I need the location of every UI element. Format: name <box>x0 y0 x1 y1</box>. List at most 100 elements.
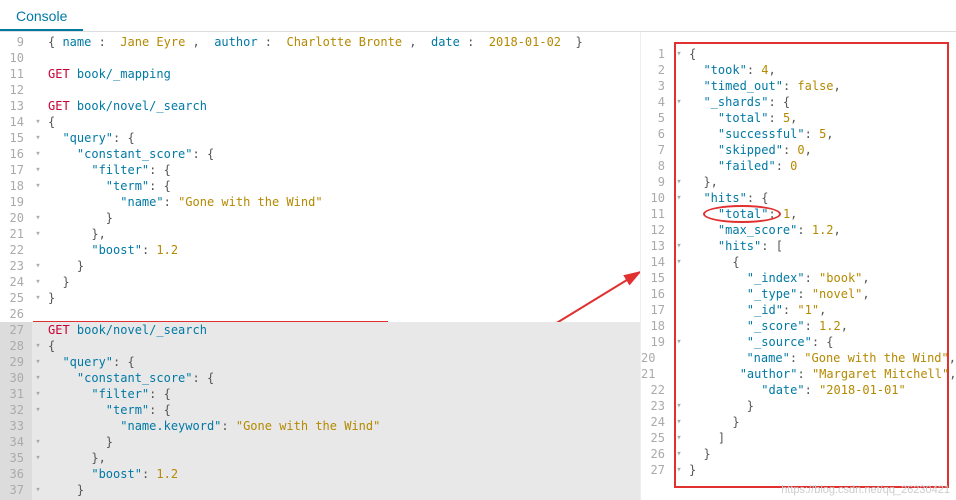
code-line[interactable]: 9{ name : Jane Eyre , author : Charlotte… <box>0 34 640 50</box>
code-line[interactable]: 19 "name": "Gone with the Wind" <box>0 194 640 210</box>
code-line[interactable]: 6 "successful": 5, <box>641 126 956 142</box>
fold-toggle-icon[interactable]: ▾ <box>32 226 44 242</box>
code-line[interactable]: 35▾ }, <box>0 450 640 466</box>
fold-toggle-icon[interactable]: ▾ <box>32 162 44 178</box>
code-content[interactable]: ] <box>685 430 956 446</box>
code-line[interactable]: 23▾ } <box>641 398 956 414</box>
code-line[interactable]: 28▾{ <box>0 338 640 354</box>
fold-toggle-icon[interactable]: ▾ <box>673 430 685 446</box>
code-line[interactable]: 26▾ } <box>641 446 956 462</box>
code-line[interactable]: 23▾ } <box>0 258 640 274</box>
fold-toggle-icon[interactable]: ▾ <box>673 94 685 110</box>
code-line[interactable]: 36 "boost": 1.2 <box>0 466 640 482</box>
code-line[interactable]: 1▾{ <box>641 46 956 62</box>
code-line[interactable]: 12 "max_score": 1.2, <box>641 222 956 238</box>
code-content[interactable]: GET book/novel/_search <box>44 322 640 338</box>
code-line[interactable]: 25▾ ] <box>641 430 956 446</box>
code-content[interactable]: "timed_out": false, <box>685 78 956 94</box>
code-content[interactable]: } <box>44 290 640 306</box>
code-line[interactable]: 5 "total": 5, <box>641 110 956 126</box>
fold-toggle-icon[interactable]: ▾ <box>32 450 44 466</box>
code-line[interactable]: 4▾ "_shards": { <box>641 94 956 110</box>
code-line[interactable]: 21▾ }, <box>0 226 640 242</box>
code-line[interactable]: 37▾ } <box>0 482 640 498</box>
code-line[interactable]: 27GET book/novel/_search <box>0 322 640 338</box>
code-content[interactable]: } <box>44 258 640 274</box>
code-line[interactable]: 11 "total": 1, <box>641 206 956 222</box>
code-content[interactable]: "name": "Gone with the Wind" <box>44 194 640 210</box>
fold-toggle-icon[interactable]: ▾ <box>673 446 685 462</box>
code-content[interactable]: "hits": { <box>685 190 956 206</box>
code-line[interactable]: 25▾} <box>0 290 640 306</box>
code-line[interactable]: 16▾ "constant_score": { <box>0 146 640 162</box>
code-line[interactable]: 16 "_type": "novel", <box>641 286 956 302</box>
code-content[interactable]: } <box>685 414 956 430</box>
code-content[interactable]: } <box>685 398 956 414</box>
code-content[interactable]: { <box>44 338 640 354</box>
code-content[interactable]: "query": { <box>44 354 640 370</box>
fold-toggle-icon[interactable]: ▾ <box>673 462 685 478</box>
code-content[interactable]: "boost": 1.2 <box>44 466 640 482</box>
code-content[interactable] <box>44 50 640 66</box>
code-content[interactable]: "_shards": { <box>685 94 956 110</box>
code-content[interactable]: "skipped": 0, <box>685 142 956 158</box>
code-line[interactable]: 15 "_index": "book", <box>641 270 956 286</box>
fold-toggle-icon[interactable]: ▾ <box>673 174 685 190</box>
code-line[interactable]: 10▾ "hits": { <box>641 190 956 206</box>
response-viewer[interactable]: 1▾{2 "took": 4,3 "timed_out": false,4▾ "… <box>640 32 956 500</box>
fold-toggle-icon[interactable]: ▾ <box>32 130 44 146</box>
code-line[interactable]: 14▾ { <box>641 254 956 270</box>
code-content[interactable]: "_id": "1", <box>685 302 956 318</box>
code-content[interactable]: "_type": "novel", <box>685 286 956 302</box>
code-content[interactable]: "constant_score": { <box>44 146 640 162</box>
fold-toggle-icon[interactable]: ▾ <box>32 370 44 386</box>
fold-toggle-icon[interactable]: ▾ <box>673 254 685 270</box>
code-line[interactable]: 9▾ }, <box>641 174 956 190</box>
code-line[interactable]: 24▾ } <box>0 274 640 290</box>
code-line[interactable]: 13GET book/novel/_search <box>0 98 640 114</box>
code-content[interactable]: "term": { <box>44 402 640 418</box>
fold-toggle-icon[interactable]: ▾ <box>32 354 44 370</box>
request-editor[interactable]: ▶ 🔧 9{ name : Jane Eyre , author : Charl… <box>0 32 640 500</box>
code-content[interactable] <box>44 306 640 322</box>
code-line[interactable]: 10 <box>0 50 640 66</box>
code-content[interactable]: }, <box>685 174 956 190</box>
code-line[interactable]: 14▾{ <box>0 114 640 130</box>
fold-toggle-icon[interactable]: ▾ <box>673 398 685 414</box>
code-line[interactable]: 20▾ } <box>0 210 640 226</box>
code-line[interactable]: 27▾} <box>641 462 956 478</box>
code-content[interactable]: } <box>44 210 640 226</box>
code-line[interactable]: 8 "failed": 0 <box>641 158 956 174</box>
code-content[interactable]: "_index": "book", <box>685 270 956 286</box>
code-content[interactable]: } <box>44 434 640 450</box>
code-line[interactable]: 11GET book/_mapping <box>0 66 640 82</box>
code-content[interactable]: "total": 5, <box>685 110 956 126</box>
code-line[interactable]: 15▾ "query": { <box>0 130 640 146</box>
code-line[interactable]: 33 "name.keyword": "Gone with the Wind" <box>0 418 640 434</box>
fold-toggle-icon[interactable]: ▾ <box>32 482 44 498</box>
code-line[interactable]: 7 "skipped": 0, <box>641 142 956 158</box>
code-content[interactable]: "filter": { <box>44 386 640 402</box>
fold-toggle-icon[interactable]: ▾ <box>32 402 44 418</box>
fold-toggle-icon[interactable]: ▾ <box>32 146 44 162</box>
code-content[interactable]: "date": "2018-01-01" <box>685 382 956 398</box>
code-content[interactable]: GET book/_mapping <box>44 66 640 82</box>
code-content[interactable]: "term": { <box>44 178 640 194</box>
code-content[interactable]: "total": 1, <box>685 206 956 222</box>
code-content[interactable]: "constant_score": { <box>44 370 640 386</box>
code-line[interactable]: 22 "date": "2018-01-01" <box>641 382 956 398</box>
code-content[interactable]: } <box>685 462 956 478</box>
code-content[interactable]: "filter": { <box>44 162 640 178</box>
code-content[interactable]: }, <box>44 450 640 466</box>
fold-toggle-icon[interactable]: ▾ <box>673 46 685 62</box>
code-content[interactable]: "_score": 1.2, <box>685 318 956 334</box>
code-line[interactable]: 30▾ "constant_score": { <box>0 370 640 386</box>
code-line[interactable]: 26 <box>0 306 640 322</box>
code-line[interactable]: 32▾ "term": { <box>0 402 640 418</box>
code-line[interactable]: 31▾ "filter": { <box>0 386 640 402</box>
code-line[interactable]: 19▾ "_source": { <box>641 334 956 350</box>
code-content[interactable]: } <box>685 446 956 462</box>
fold-toggle-icon[interactable]: ▾ <box>32 338 44 354</box>
code-line[interactable]: 20 "name": "Gone with the Wind", <box>641 350 956 366</box>
code-line[interactable]: 18 "_score": 1.2, <box>641 318 956 334</box>
